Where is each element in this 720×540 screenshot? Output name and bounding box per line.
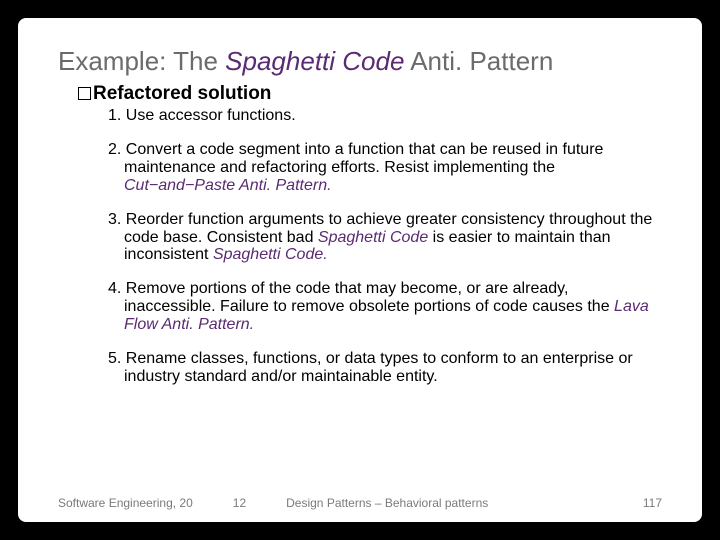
steps-list: 1. Use accessor functions.2. Convert a c…	[58, 107, 662, 386]
slide: Example: The Spaghetti Code Anti. Patter…	[18, 18, 702, 522]
step-text-em: Cut−and−Paste Anti. Pattern.	[124, 177, 332, 194]
step-number: 5.	[108, 350, 121, 367]
subheading-text: Refactored solution	[93, 83, 271, 104]
step-number: 2.	[108, 141, 121, 158]
footer-left: Software Engineering, 20	[58, 496, 193, 510]
list-item: 4. Remove portions of the code that may …	[108, 280, 658, 334]
list-item: 5. Rename classes, functions, or data ty…	[108, 350, 658, 386]
footer-mid1: 12	[233, 496, 246, 510]
title-pre: Example: The	[58, 46, 225, 76]
step-number: 4.	[108, 280, 121, 297]
list-item: 2. Convert a code segment into a functio…	[108, 141, 658, 195]
slide-footer: Software Engineering, 20 12 Design Patte…	[58, 496, 662, 510]
title-em: Spaghetti Code	[225, 46, 404, 76]
step-text: Rename classes, functions, or data types…	[121, 350, 632, 385]
footer-page-number: 117	[643, 496, 662, 510]
list-item: 3. Reorder function arguments to achieve…	[108, 211, 658, 265]
step-text: Remove portions of the code that may bec…	[121, 280, 614, 315]
slide-title: Example: The Spaghetti Code Anti. Patter…	[58, 46, 662, 77]
bullet-square-icon	[78, 87, 91, 100]
step-text: Use accessor functions.	[121, 107, 295, 124]
step-text: Convert a code segment into a function t…	[121, 141, 603, 176]
step-number: 3.	[108, 211, 121, 228]
step-text-em: Spaghetti Code.	[213, 246, 328, 263]
footer-mid2: Design Patterns – Behavioral patterns	[286, 496, 643, 510]
step-text-em: Spaghetti Code	[318, 229, 428, 246]
step-number: 1.	[108, 107, 121, 124]
subheading: Refactored solution	[78, 83, 662, 105]
title-post: Anti. Pattern	[404, 46, 553, 76]
list-item: 1. Use accessor functions.	[108, 107, 658, 125]
